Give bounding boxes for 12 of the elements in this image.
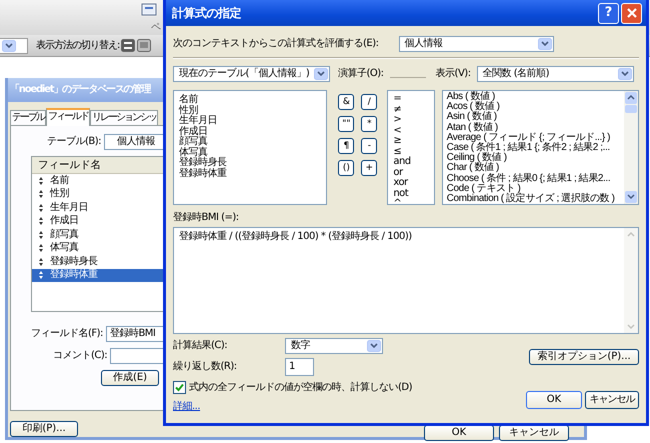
field-name-label: フィールド名(F): [31,328,103,340]
comment-label: コメント(C): [53,350,108,362]
view-label: 表示(V): [436,68,471,80]
toolbar-label: ペ [151,22,160,34]
checkbox-label: 式内の全フィールドの値が空欄の時、計算しない(D) [189,382,412,394]
result-label: 計算結果(C): [173,340,228,352]
table-label: テーブル(B): [47,136,102,148]
view-switch-label: 表示方法の切り替え: [36,40,120,52]
repeat-label: 繰り返し数(R): [173,361,238,373]
operators-label: 演算子(O): [338,68,384,80]
context-label: 次のコンテキストからこの計算式を評価する(E): [173,38,378,50]
window-title: 計算式の指定 [172,6,242,20]
